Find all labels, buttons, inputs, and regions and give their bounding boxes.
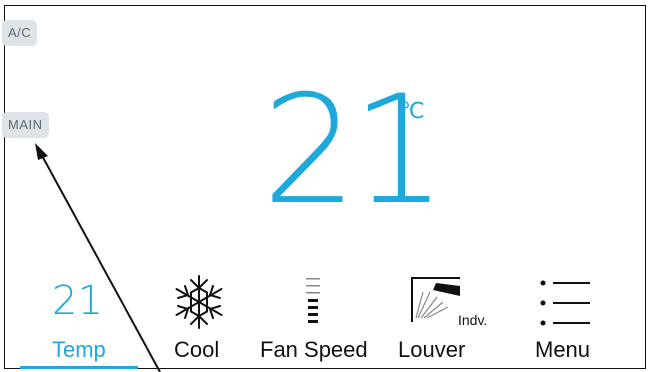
louver-individual-label: Indv. bbox=[458, 312, 488, 328]
temp-tab-value[interactable]: 21 bbox=[52, 278, 103, 324]
main-mode-badge[interactable]: MAIN bbox=[2, 112, 49, 138]
ac-mode-badge[interactable]: A/C bbox=[2, 20, 38, 46]
tab-cool-label[interactable]: Cool bbox=[174, 337, 219, 363]
tab-menu-label[interactable]: Menu bbox=[535, 337, 590, 363]
tab-fan-speed-label[interactable]: Fan Speed bbox=[260, 337, 368, 363]
active-tab-indicator bbox=[20, 366, 138, 369]
tab-louver-label[interactable]: Louver bbox=[398, 337, 465, 363]
temperature-unit: ℃ bbox=[400, 98, 425, 123]
tab-temp-label[interactable]: Temp bbox=[52, 337, 106, 363]
current-temperature-display: 21 bbox=[262, 64, 447, 238]
